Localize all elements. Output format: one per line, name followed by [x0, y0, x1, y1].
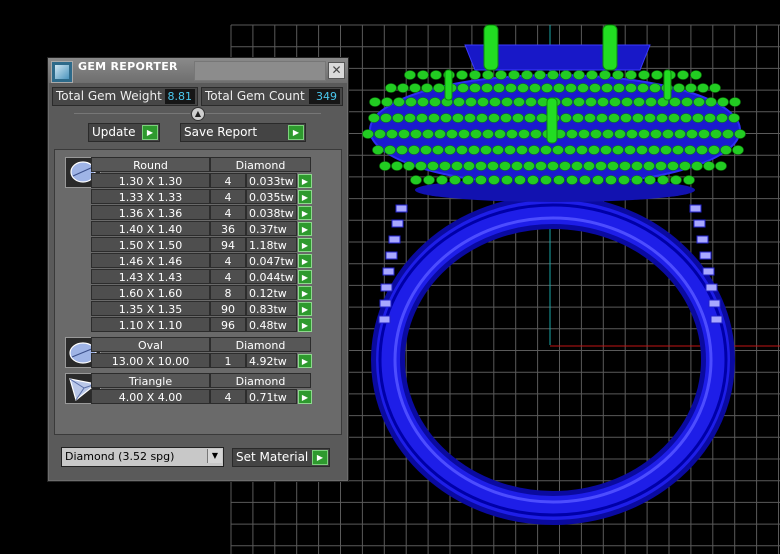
select-gems-arrow-icon[interactable]: ▶	[298, 270, 312, 284]
titlebar-drag-area[interactable]	[194, 61, 326, 81]
select-gems-arrow-icon[interactable]: ▶	[298, 286, 312, 300]
gem-weight-cell: 0.044tw	[246, 269, 297, 284]
panel-title: GEM REPORTER	[78, 60, 178, 73]
gem-reporter-panel: GEM REPORTER ✕ Total Gem Weight 8.81 Tot…	[47, 57, 349, 482]
gem-size-cell: 1.30 X 1.30	[91, 173, 210, 188]
gem-count-cell: 4	[210, 269, 246, 284]
panel-titlebar[interactable]: GEM REPORTER ✕	[48, 58, 348, 83]
gem-count-cell: 90	[210, 301, 246, 316]
save-report-arrow-icon: ▶	[288, 125, 304, 140]
gem-count-cell: 8	[210, 285, 246, 300]
gem-weight-cell: 0.83tw	[246, 301, 297, 316]
gem-weight-cell: 0.047tw	[246, 253, 297, 268]
gem-size-cell: 1.46 X 1.46	[91, 253, 210, 268]
gem-weight-cell: 0.37tw	[246, 221, 297, 236]
gem-weight-cell: 0.035tw	[246, 189, 297, 204]
gem-count-cell: 96	[210, 317, 246, 332]
total-gem-weight: Total Gem Weight 8.81	[52, 87, 198, 106]
total-gem-weight-value: 8.81	[165, 89, 195, 104]
gem-count-cell: 4	[210, 189, 246, 204]
gem-table-area[interactable]: Round Diamond 1.30 X 1.30 4 0.033tw ▶ 1.33 X 1…	[54, 149, 342, 435]
chevron-down-icon: ▼	[207, 449, 222, 463]
gem-size-cell: 1.60 X 1.60	[91, 285, 210, 300]
gem-weight-cell: 0.12tw	[246, 285, 297, 300]
gem-count-cell: 94	[210, 237, 246, 252]
gem-weight-cell: 1.18tw	[246, 237, 297, 252]
gem-size-cell: 13.00 X 10.00	[91, 353, 210, 368]
gem-size-cell: 1.43 X 1.43	[91, 269, 210, 284]
update-arrow-icon: ▶	[142, 125, 158, 140]
gem-reporter-icon	[51, 61, 73, 83]
gem-weight-cell: 4.92tw	[246, 353, 297, 368]
gem-size-cell: 1.40 X 1.40	[91, 221, 210, 236]
select-gems-arrow-icon[interactable]: ▶	[298, 302, 312, 316]
select-gems-arrow-icon[interactable]: ▶	[298, 238, 312, 252]
shape-header: Triangle	[91, 373, 210, 388]
material-dropdown-value: Diamond (3.52 spg)	[65, 450, 175, 463]
select-gems-arrow-icon[interactable]: ▶	[298, 390, 312, 404]
select-gems-arrow-icon[interactable]: ▶	[298, 174, 312, 188]
gem-count-cell: 4	[210, 253, 246, 268]
gem-count-cell: 4	[210, 173, 246, 188]
set-material-button-label: Set Material	[236, 450, 309, 464]
select-gems-arrow-icon[interactable]: ▶	[298, 354, 312, 368]
select-gems-arrow-icon[interactable]: ▶	[298, 190, 312, 204]
total-gem-weight-label: Total Gem Weight	[56, 89, 162, 103]
ring-shank	[371, 195, 735, 525]
gem-size-cell: 1.50 X 1.50	[91, 237, 210, 252]
material-header: Diamond	[210, 157, 311, 172]
material-dropdown[interactable]: Diamond (3.52 spg) ▼	[61, 447, 224, 467]
select-gems-arrow-icon[interactable]: ▶	[298, 222, 312, 236]
save-report-button[interactable]: Save Report ▶	[180, 123, 306, 142]
gem-weight-cell: 0.033tw	[246, 173, 297, 188]
update-button-label: Update	[92, 125, 136, 139]
shape-header: Oval	[91, 337, 210, 352]
gem-size-cell: 1.36 X 1.36	[91, 205, 210, 220]
set-material-arrow-icon: ▶	[312, 450, 328, 465]
gem-count-cell: 1	[210, 353, 246, 368]
material-header: Diamond	[210, 373, 311, 388]
save-report-button-label: Save Report	[184, 125, 258, 139]
gem-count-cell: 4	[210, 205, 246, 220]
gem-size-cell: 1.33 X 1.33	[91, 189, 210, 204]
gem-weight-cell: 0.038tw	[246, 205, 297, 220]
total-gem-count-label: Total Gem Count	[205, 89, 305, 103]
select-gems-arrow-icon[interactable]: ▶	[298, 318, 312, 332]
gem-size-cell: 1.10 X 1.10	[91, 317, 210, 332]
divider-left	[74, 113, 190, 114]
update-button[interactable]: Update ▶	[88, 123, 160, 142]
close-icon[interactable]: ✕	[328, 62, 345, 79]
gem-count-cell: 4	[210, 389, 246, 404]
material-header: Diamond	[210, 337, 311, 352]
set-material-button[interactable]: Set Material ▶	[232, 448, 330, 467]
divider-right	[205, 113, 321, 114]
total-gem-count-value: 349	[309, 89, 340, 104]
gem-size-cell: 4.00 X 4.00	[91, 389, 210, 404]
select-gems-arrow-icon[interactable]: ▶	[298, 206, 312, 220]
gem-weight-cell: 0.71tw	[246, 389, 297, 404]
total-gem-count: Total Gem Count 349	[201, 87, 343, 106]
collapse-toggle-icon[interactable]: ▲	[191, 107, 205, 121]
shape-header: Round	[91, 157, 210, 172]
gem-size-cell: 1.35 X 1.35	[91, 301, 210, 316]
gem-count-cell: 36	[210, 221, 246, 236]
gem-weight-cell: 0.48tw	[246, 317, 297, 332]
select-gems-arrow-icon[interactable]: ▶	[298, 254, 312, 268]
